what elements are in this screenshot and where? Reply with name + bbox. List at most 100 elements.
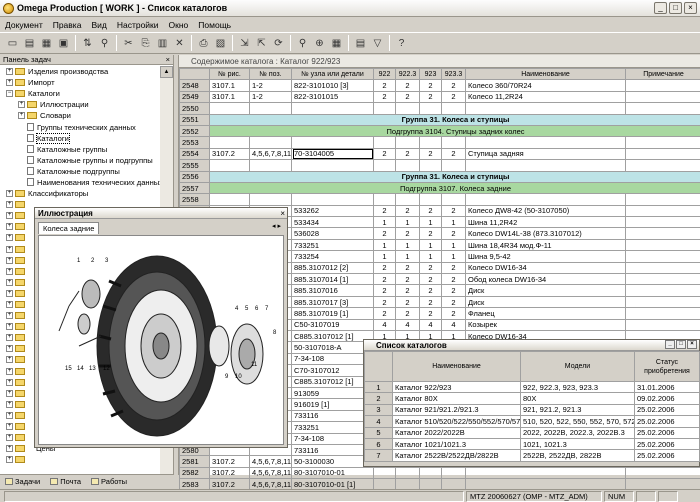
print-icon[interactable]: ⎙	[196, 35, 211, 51]
table-cell[interactable]	[625, 466, 700, 480]
catalog-list-name-header[interactable]: Наименование	[392, 351, 521, 382]
table-cell[interactable]: 885.3107012 [2]	[291, 261, 374, 275]
catalog-models-cell[interactable]: 2522В, 2522ДВ, 2822В	[520, 449, 635, 462]
table-cell[interactable]: Козырек	[465, 318, 626, 332]
preview-icon[interactable]: ▧	[213, 35, 228, 51]
table-cell[interactable]: 2	[419, 90, 442, 104]
sort-icon[interactable]: ⇅	[80, 35, 95, 51]
illustration-tab-nav[interactable]: ◂ ▸	[272, 222, 281, 230]
table-row[interactable]: 2548 3107.1 1-2 822-3101010 [3] 2 2 2 2 Колесо 3…	[179, 79, 700, 92]
zoom-icon[interactable]: ⊕	[312, 35, 327, 51]
table-cell[interactable]	[373, 466, 396, 480]
table-cell[interactable]: 3107.1	[209, 90, 250, 104]
table-cell[interactable]: 2	[373, 204, 396, 218]
properties-icon[interactable]: ▦	[39, 35, 54, 51]
tree-item-folder[interactable]: +	[0, 454, 160, 465]
table-cell[interactable]: 1-2	[249, 79, 292, 92]
tree-toggle-icon[interactable]: +	[6, 411, 13, 419]
row-number[interactable]: 7	[364, 449, 393, 462]
row-number[interactable]: 2548	[179, 79, 210, 92]
catalog-list-maximize-button[interactable]: □	[676, 340, 686, 349]
tree-toggle-icon[interactable]: +	[6, 423, 13, 431]
tree-toggle-icon[interactable]: +	[6, 256, 13, 264]
catalog-status-cell[interactable]: 31.01.2006	[634, 380, 700, 394]
new-icon[interactable]: ▭	[5, 35, 20, 51]
table-cell[interactable]	[395, 102, 420, 115]
catalog-status-cell[interactable]: 25.02.2006	[634, 426, 700, 439]
table-cell[interactable]: 2	[441, 284, 466, 297]
table-cell[interactable]: 2	[373, 295, 396, 309]
row-number[interactable]: 2556	[179, 170, 210, 183]
table-cell[interactable]: 1	[395, 238, 420, 252]
row-number[interactable]: 4	[364, 415, 393, 428]
tab-mail[interactable]: Почта	[45, 477, 86, 486]
table-cell[interactable]: Шина 11,2R42	[465, 216, 626, 229]
row-number[interactable]: 6	[364, 437, 393, 451]
row-number[interactable]: 2550	[179, 102, 210, 115]
tree-toggle-icon[interactable]: +	[6, 68, 13, 76]
grid-icon[interactable]: ▦	[329, 35, 344, 51]
table-cell[interactable]	[625, 159, 700, 172]
table-cell[interactable]: 2	[373, 79, 396, 92]
row-number[interactable]: 2557	[179, 181, 210, 195]
table-cell[interactable]: 2	[419, 79, 442, 92]
tree-item[interactable]: + Импорт	[0, 77, 160, 88]
column-header[interactable]: Наименование	[465, 67, 626, 81]
table-cell[interactable]	[625, 295, 700, 309]
catalog-list-row[interactable]: 5 Каталог 2022/2022В 2022, 2022В, 2022.3, …	[364, 426, 700, 439]
cut-icon[interactable]: ✂	[121, 35, 136, 51]
table-cell[interactable]: 885.3107014 [1]	[291, 273, 374, 286]
table-cell[interactable]: Обод колеса DW16-34	[465, 273, 626, 286]
table-cell[interactable]	[625, 238, 700, 252]
table-cell[interactable]: 1	[419, 238, 442, 252]
table-cell[interactable]: 3107.2	[209, 147, 250, 161]
table-cell[interactable]: 822-3101010 [3]	[291, 79, 374, 92]
table-cell[interactable]	[625, 284, 700, 297]
table-cell[interactable]: 2	[373, 273, 396, 286]
catalog-status-cell[interactable]: 25.02.2006	[634, 437, 700, 451]
search-icon[interactable]: ⚲	[97, 35, 112, 51]
table-cell[interactable]	[625, 136, 700, 149]
table-cell[interactable]: C50-3107019	[291, 318, 374, 332]
catalog-name-cell[interactable]: Каталог 1021/1021.3	[392, 437, 521, 451]
table-cell[interactable]	[441, 193, 466, 206]
table-cell[interactable]: 2	[395, 90, 420, 104]
table-cell[interactable]: 2	[373, 147, 396, 161]
table-cell[interactable]	[465, 466, 626, 480]
table-cell[interactable]: 4,5,6,7,8,11	[249, 147, 292, 161]
table-cell[interactable]: 733251	[291, 421, 374, 434]
table-row[interactable]: 2555	[179, 159, 700, 172]
table-cell[interactable]: 4,5,6,7,8,11	[249, 466, 292, 480]
delete-icon[interactable]: ✕	[172, 35, 187, 51]
table-cell[interactable]: 50-3100030	[291, 455, 374, 468]
column-header[interactable]: № узла или детали	[291, 67, 374, 81]
catalog-models-cell[interactable]: 510, 520, 522, 550, 552, 570, 572	[520, 415, 635, 428]
table-row[interactable]: 2552 Подгруппа 3104. Ступицы задних колес	[179, 124, 700, 138]
table-cell[interactable]	[465, 193, 626, 206]
table-cell[interactable]: 3107.1	[209, 79, 250, 92]
catalog-name-cell[interactable]: Каталог 2022/2022В	[392, 426, 521, 439]
table-cell[interactable]: 2	[441, 204, 466, 218]
row-number[interactable]: 1	[364, 380, 393, 394]
table-cell[interactable]: C885.3107012 [1]	[291, 375, 374, 388]
table-cell[interactable]: 885.3107019 [1]	[291, 307, 374, 320]
report-icon[interactable]: ▤	[353, 35, 368, 51]
table-cell[interactable]: 80-3107010-01	[291, 466, 374, 480]
table-cell[interactable]: 2	[441, 307, 466, 320]
catalog-list-row[interactable]: 1 Каталог 922/923 922, 922.3, 923, 923.3 31…	[364, 380, 700, 394]
close-button[interactable]: ×	[684, 2, 697, 14]
table-cell[interactable]	[209, 159, 250, 172]
tree-toggle-icon[interactable]: +	[6, 267, 13, 275]
table-cell[interactable]: 536028	[291, 227, 374, 240]
table-cell[interactable]: 3107.2	[209, 466, 250, 480]
table-cell[interactable]	[249, 159, 292, 172]
tree-toggle-icon[interactable]: +	[6, 245, 13, 253]
table-cell[interactable]: Диск	[465, 284, 626, 297]
table-cell[interactable]: 2	[441, 295, 466, 309]
table-row[interactable]: 2553	[179, 136, 700, 149]
table-cell[interactable]	[419, 136, 442, 149]
table-cell[interactable]: 2	[395, 307, 420, 320]
paste-icon[interactable]: ▥	[155, 35, 170, 51]
tree-item[interactable]: Каталожные группы и подгруппы	[0, 155, 160, 166]
table-cell[interactable]	[395, 193, 420, 206]
